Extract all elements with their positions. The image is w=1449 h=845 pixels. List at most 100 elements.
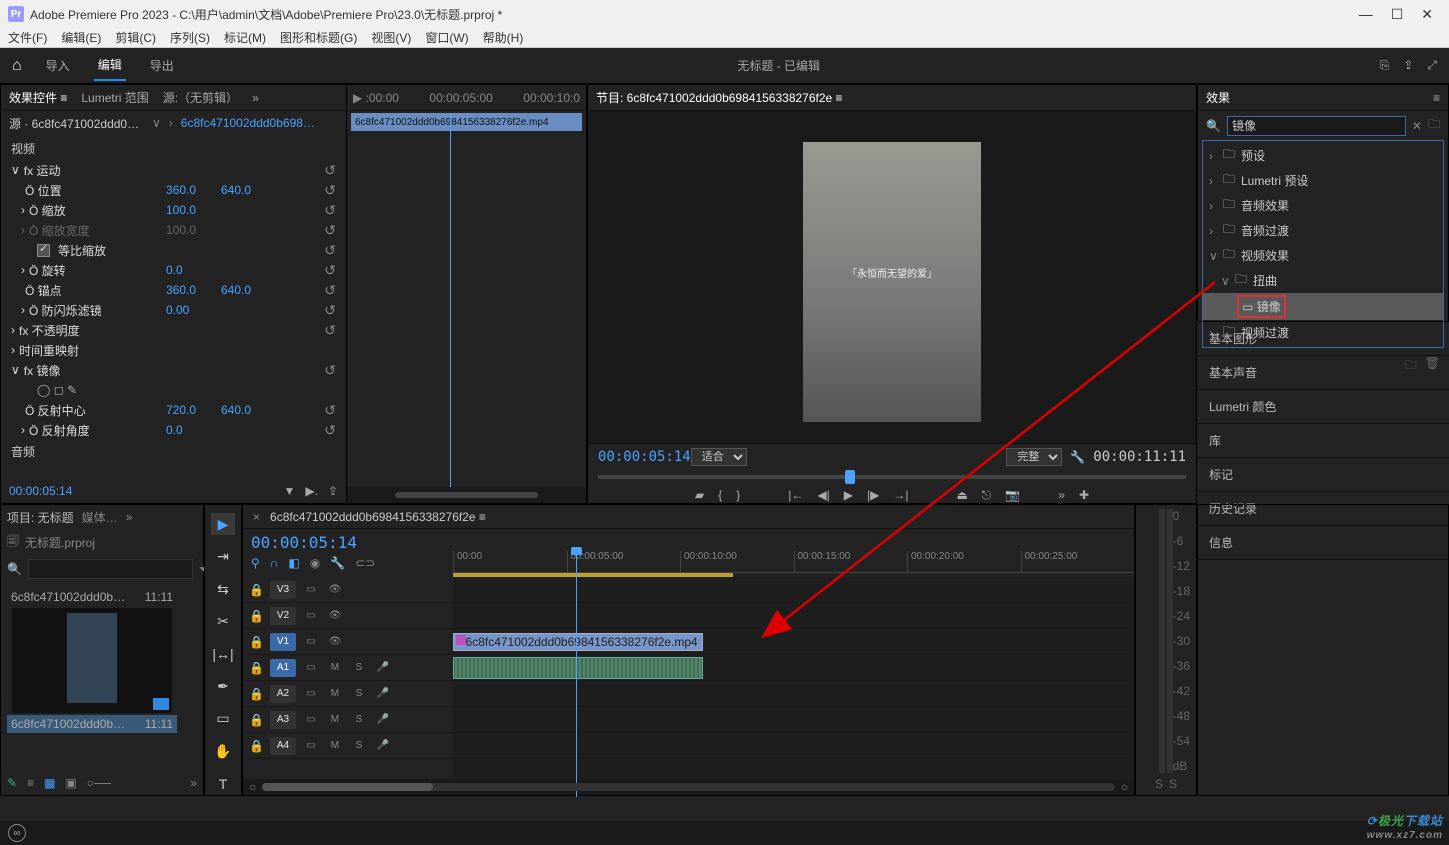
refl-y[interactable]: 640.0 (221, 403, 276, 417)
rectangle-tool[interactable]: ▭ (211, 708, 235, 730)
track-header-v2[interactable]: 🔒V2▭👁 (243, 603, 453, 629)
panel-menu-icon[interactable]: ≡ (1433, 91, 1440, 105)
extract-icon[interactable]: ⎋ (982, 488, 992, 503)
settings-icon[interactable]: 🔧 (1070, 450, 1085, 464)
new-bin-icon[interactable]: 🗀 (1428, 115, 1440, 136)
creative-cloud-icon[interactable]: ∞ (8, 824, 26, 842)
reset-icon[interactable]: ↺ (276, 322, 336, 339)
reset-icon[interactable]: ↺ (276, 162, 336, 179)
tab-edit[interactable]: 编辑 (94, 50, 126, 81)
marker-icon[interactable]: ◧ (288, 556, 299, 570)
menu-help[interactable]: 帮助(H) (483, 29, 524, 46)
type-tool[interactable]: T (211, 773, 235, 795)
prop-reflection-center[interactable]: Ö 反射中心 (11, 402, 166, 419)
reset-icon[interactable]: ↺ (276, 282, 336, 299)
menu-sequence[interactable]: 序列(S) (170, 29, 210, 46)
effects-search-input[interactable] (1227, 116, 1406, 136)
close-button[interactable]: ✕ (1421, 6, 1433, 23)
anchor-x[interactable]: 360.0 (166, 283, 221, 297)
fx-presets[interactable]: ›🗀预设 (1203, 143, 1443, 168)
prop-scale[interactable]: › Ö 缩放 (11, 202, 166, 219)
play-icon[interactable]: ▶ (844, 488, 853, 503)
tab-media[interactable]: 媒体… (82, 509, 118, 526)
menu-window[interactable]: 窗口(W) (425, 29, 468, 46)
menu-graphics[interactable]: 图形和标题(G) (280, 29, 357, 46)
pen-tool[interactable]: ✒ (211, 675, 235, 697)
list-view-icon[interactable]: ≡ (27, 776, 34, 790)
menu-clip[interactable]: 剪辑(C) (115, 29, 156, 46)
timeline-timecode[interactable]: 00:00:05:14 (251, 533, 445, 552)
prop-mirror[interactable]: ∨ fx 镜像 (11, 362, 166, 379)
ec-scrollbar[interactable] (395, 492, 538, 498)
maximize-button[interactable]: ☐ (1391, 6, 1404, 23)
selection-tool[interactable]: ▶ (211, 513, 235, 535)
track-header-a2[interactable]: 🔒A2▭MS🎤 (243, 681, 453, 707)
export-frame-icon[interactable]: 📷 (1005, 488, 1020, 503)
tab-effects[interactable]: 效果 (1206, 85, 1230, 110)
add-marker-icon[interactable]: ▰ (695, 488, 704, 503)
fx-audio-transitions[interactable]: ›🗀音频过渡 (1203, 218, 1443, 243)
icon-view-icon[interactable]: ▦ (44, 776, 55, 790)
tab-source-noclip[interactable]: 源:（无剪辑） (163, 85, 238, 110)
reset-icon[interactable]: ↺ (276, 182, 336, 199)
step-back-icon[interactable]: ◀| (817, 488, 829, 503)
timeline-ruler[interactable]: 00:00 00:00:05:00 00:00:10:00 00:00:15:0… (453, 529, 1134, 577)
wrench-icon[interactable]: 🔧 (330, 556, 345, 570)
reset-icon[interactable]: ↺ (276, 242, 336, 259)
ec-sequence-label[interactable]: 6c8fc471002ddd0b69841… (181, 116, 316, 130)
panel-libraries[interactable]: 库 (1197, 424, 1449, 458)
flicker-value[interactable]: 0.00 (166, 303, 221, 317)
project-search-input[interactable] (28, 559, 193, 579)
fullscreen-icon[interactable]: ⤢ (1427, 58, 1437, 73)
panel-markers[interactable]: 标记 (1197, 458, 1449, 492)
razor-tool[interactable]: ✂ (211, 610, 235, 632)
prop-reflection-angle[interactable]: › Ö 反射角度 (11, 422, 166, 439)
program-title[interactable]: 节目: 6c8fc471002ddd0b6984156338276f2e ≡ (596, 85, 843, 110)
audio-clip[interactable] (453, 657, 703, 679)
add-button-icon[interactable]: ✚ (1079, 488, 1089, 503)
goto-in-icon[interactable]: |← (788, 488, 803, 503)
more-tabs-icon[interactable]: » (252, 91, 259, 105)
mark-out-icon[interactable]: } (736, 488, 740, 503)
fx-video-effects[interactable]: ∨🗀视频效果 (1203, 243, 1443, 268)
track-select-tool[interactable]: ⇥ (211, 545, 235, 567)
position-y[interactable]: 640.0 (221, 183, 276, 197)
reset-icon[interactable]: ↺ (276, 262, 336, 279)
fx-distort[interactable]: ∨🗀扭曲 (1203, 268, 1443, 293)
refl-angle-value[interactable]: 0.0 (166, 423, 221, 437)
prop-antiflicker[interactable]: › Ö 防闪烁滤镜 (11, 302, 166, 319)
cc-icon[interactable]: ⊂⊃ (355, 556, 375, 570)
more-tabs-icon[interactable]: » (126, 510, 133, 524)
track-header-a3[interactable]: 🔒A3▭MS🎤 (243, 707, 453, 733)
minimize-button[interactable]: — (1359, 6, 1373, 23)
menu-view[interactable]: 视图(V) (371, 29, 411, 46)
panel-lumetri-color[interactable]: Lumetri 颜色 (1197, 390, 1449, 424)
menu-file[interactable]: 文件(F) (8, 29, 47, 46)
panel-essential-sound[interactable]: 基本声音 (1197, 356, 1449, 390)
media-thumbnail[interactable]: 6c8fc471002ddd0b…11:11 6c8fc471002ddd0b…… (7, 588, 177, 733)
video-clip[interactable]: 6c8fc471002ddd0b6984156338276f2e.mp4 [V] (453, 633, 703, 651)
ripple-edit-tool[interactable]: ⇆ (211, 578, 235, 600)
reset-icon[interactable]: ↺ (276, 302, 336, 319)
settings-icon[interactable]: ◉ (310, 556, 320, 570)
fx-mirror[interactable]: ▭ 镜像 (1203, 293, 1443, 320)
program-time-left[interactable]: 00:00:05:14 (598, 449, 691, 465)
lift-icon[interactable]: ⏏ (956, 488, 967, 503)
reset-icon[interactable]: ↺ (276, 222, 336, 239)
clear-search-icon[interactable]: ✕ (1412, 119, 1422, 133)
prop-motion[interactable]: ∨ fx 运动 (11, 162, 166, 179)
refl-x[interactable]: 720.0 (166, 403, 221, 417)
tab-effect-controls[interactable]: 效果控件 ≡ (9, 85, 67, 110)
more-icon[interactable]: » (1058, 488, 1065, 503)
resolution-select[interactable]: 完整 (1006, 448, 1062, 466)
sequence-tab[interactable]: 6c8fc471002ddd0b6984156338276f2e ≡ (270, 510, 486, 524)
program-slider[interactable] (598, 470, 1186, 484)
reset-icon[interactable]: ↺ (276, 202, 336, 219)
prop-position[interactable]: Ö 位置 (11, 182, 166, 199)
position-x[interactable]: 360.0 (166, 183, 221, 197)
track-header-a1[interactable]: 🔒A1▭MS🎤 (243, 655, 453, 681)
home-icon[interactable]: ⌂ (12, 57, 22, 75)
solo-left[interactable]: S (1155, 777, 1163, 791)
zoom-fit-select[interactable]: 适合 (691, 448, 747, 466)
track-header-a4[interactable]: 🔒A4▭MS🎤 (243, 733, 453, 759)
